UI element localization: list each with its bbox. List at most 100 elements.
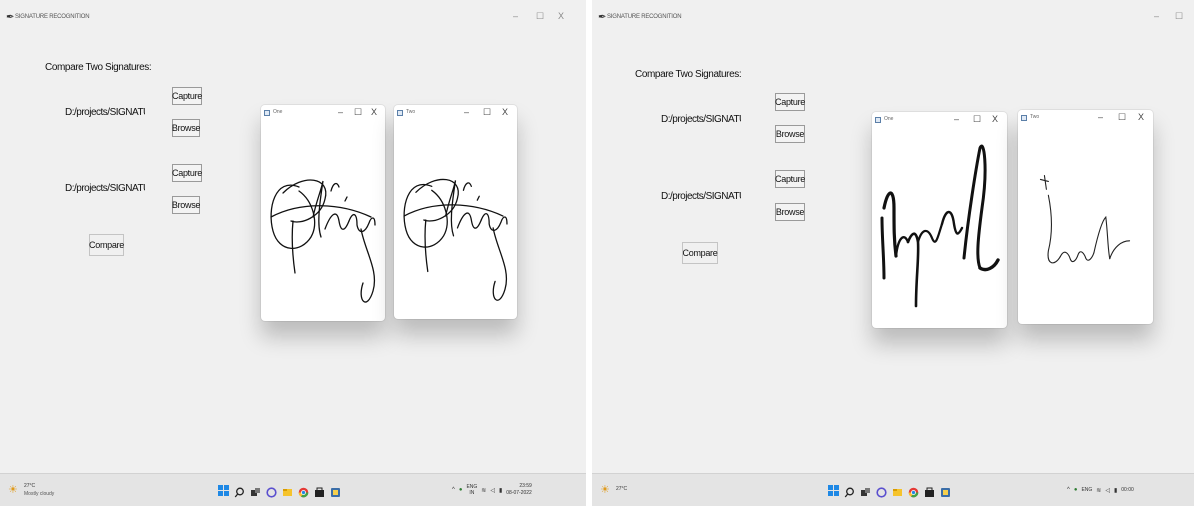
signature-window-one[interactable]: One – ☐ X [872, 112, 1007, 328]
compare-heading: Compare Two Signatures: [45, 62, 152, 73]
compare-button[interactable]: Compare [682, 242, 718, 264]
signature-window-two[interactable]: Two – ☐ X [394, 105, 517, 319]
signature-image [403, 178, 508, 301]
path-field-2: D:/projects/SIGNATURE-F [661, 191, 741, 202]
signature-image [880, 144, 1000, 308]
browse-button-2[interactable]: Browse [775, 203, 805, 221]
clock[interactable]: 23:59 08-07-2022 [506, 483, 532, 497]
taskbar-apps [218, 481, 341, 499]
clock[interactable]: 00:00 [1121, 487, 1134, 494]
weather-description: Mostly cloudy [24, 491, 55, 497]
window-icon [875, 117, 881, 123]
maximize-button[interactable]: ☐ [536, 10, 544, 22]
language-indicator[interactable]: ENG IN [466, 484, 477, 496]
maximize-button[interactable]: ☐ [354, 106, 362, 118]
close-button[interactable]: X [1138, 111, 1144, 123]
browse-button-1[interactable]: Browse [775, 125, 805, 143]
child-window-name: One [884, 116, 894, 122]
tray-app-icon[interactable]: ● [459, 487, 463, 493]
child-window-name: Two [1030, 114, 1040, 120]
close-button[interactable]: X [371, 106, 377, 118]
chat-icon[interactable] [876, 485, 887, 498]
child-window-name: One [273, 109, 283, 115]
screenshot-left: ✒ SIGNATURE RECOGNITION – ☐ X Compare Tw… [0, 0, 586, 506]
window-title: SIGNATURE RECOGNITION [15, 14, 90, 20]
weather-temperature: 27°C [616, 486, 628, 492]
capture-button-2[interactable]: Capture [775, 170, 805, 188]
feather-icon: ✒ [6, 12, 15, 23]
task-view-icon[interactable] [250, 485, 261, 496]
system-tray: ^ ● ENG IN ≋ ◁ ▮ 23:59 08-07-2022 [452, 483, 532, 497]
feather-icon: ✒ [598, 12, 607, 23]
volume-icon[interactable]: ◁ [490, 487, 495, 494]
weather-icon[interactable]: ☀ [8, 485, 18, 496]
file-explorer-icon[interactable] [892, 485, 903, 496]
windows-start-icon[interactable] [828, 484, 839, 496]
search-icon[interactable] [234, 485, 245, 497]
signature-image [1039, 174, 1131, 264]
close-button[interactable]: X [502, 106, 508, 118]
chat-icon[interactable] [266, 485, 277, 498]
minimize-button[interactable]: – [464, 106, 469, 118]
chevron-up-icon[interactable]: ^ [1067, 487, 1070, 493]
windows-start-icon[interactable] [218, 484, 229, 496]
wifi-icon[interactable]: ≋ [481, 487, 486, 494]
chrome-icon[interactable] [298, 485, 309, 497]
title-bar: ✒ SIGNATURE RECOGNITION – ☐ [592, 0, 1194, 34]
minimize-button[interactable]: – [1098, 111, 1103, 123]
capture-button-2[interactable]: Capture [172, 164, 202, 182]
minimize-button[interactable]: – [513, 10, 518, 22]
wifi-icon[interactable]: ≋ [1096, 487, 1101, 494]
window-icon [397, 110, 403, 116]
taskbar: ☀ 27°C Mostly cloudy ^ ● ENG IN ≋ ◁ ▮ 23… [0, 473, 586, 506]
search-icon[interactable] [844, 485, 855, 497]
battery-icon[interactable]: ▮ [499, 487, 502, 494]
file-explorer-icon[interactable] [282, 485, 293, 496]
capture-button-1[interactable]: Capture [775, 93, 805, 111]
store-icon[interactable] [924, 485, 935, 497]
close-button[interactable]: X [992, 113, 998, 125]
screenshot-right: ✒ SIGNATURE RECOGNITION – ☐ Compare Two … [592, 0, 1194, 506]
chevron-up-icon[interactable]: ^ [452, 487, 455, 493]
battery-icon[interactable]: ▮ [1114, 487, 1117, 494]
minimize-button[interactable]: – [954, 113, 959, 125]
child-title-bar: One – ☐ X [872, 112, 1007, 128]
maximize-button[interactable]: ☐ [973, 113, 981, 125]
browse-button-1[interactable]: Browse [172, 119, 200, 137]
language-indicator[interactable]: ENG [1081, 487, 1092, 493]
minimize-button[interactable]: – [338, 106, 343, 118]
signature-image [270, 179, 376, 303]
title-bar: ✒ SIGNATURE RECOGNITION – ☐ X [0, 0, 586, 34]
signature-window-one[interactable]: One – ☐ X [261, 105, 385, 321]
window-title: SIGNATURE RECOGNITION [607, 14, 682, 20]
system-tray: ^ ● ENG ≋ ◁ ▮ 00:00 [1067, 483, 1134, 497]
maximize-button[interactable]: ☐ [1175, 10, 1183, 22]
weather-temperature: 27°C [24, 483, 36, 489]
child-window-name: Two [406, 109, 416, 115]
compare-heading: Compare Two Signatures: [635, 69, 742, 80]
weather-icon[interactable]: ☀ [600, 485, 610, 496]
path-field-2: D:/projects/SIGNATURE-F [65, 183, 145, 194]
python-icon[interactable] [940, 485, 951, 497]
minimize-button[interactable]: – [1154, 10, 1159, 22]
capture-button-1[interactable]: Capture [172, 87, 202, 105]
close-button[interactable]: X [558, 10, 564, 22]
child-title-bar: One – ☐ X [261, 105, 385, 121]
window-icon [1021, 115, 1027, 121]
taskbar-apps [828, 481, 951, 499]
child-title-bar: Two – ☐ X [1018, 110, 1153, 126]
signature-window-two[interactable]: Two – ☐ X [1018, 110, 1153, 324]
volume-icon[interactable]: ◁ [1105, 487, 1110, 494]
browse-button-2[interactable]: Browse [172, 196, 200, 214]
window-icon [264, 110, 270, 116]
maximize-button[interactable]: ☐ [483, 106, 491, 118]
maximize-button[interactable]: ☐ [1118, 111, 1126, 123]
store-icon[interactable] [314, 485, 325, 497]
compare-button[interactable]: Compare [89, 234, 124, 256]
chrome-icon[interactable] [908, 485, 919, 497]
child-title-bar: Two – ☐ X [394, 105, 517, 121]
tray-app-icon[interactable]: ● [1074, 487, 1078, 493]
path-field-1: D:/projects/SIGNATURE-F [65, 107, 145, 118]
python-icon[interactable] [330, 485, 341, 497]
task-view-icon[interactable] [860, 485, 871, 496]
